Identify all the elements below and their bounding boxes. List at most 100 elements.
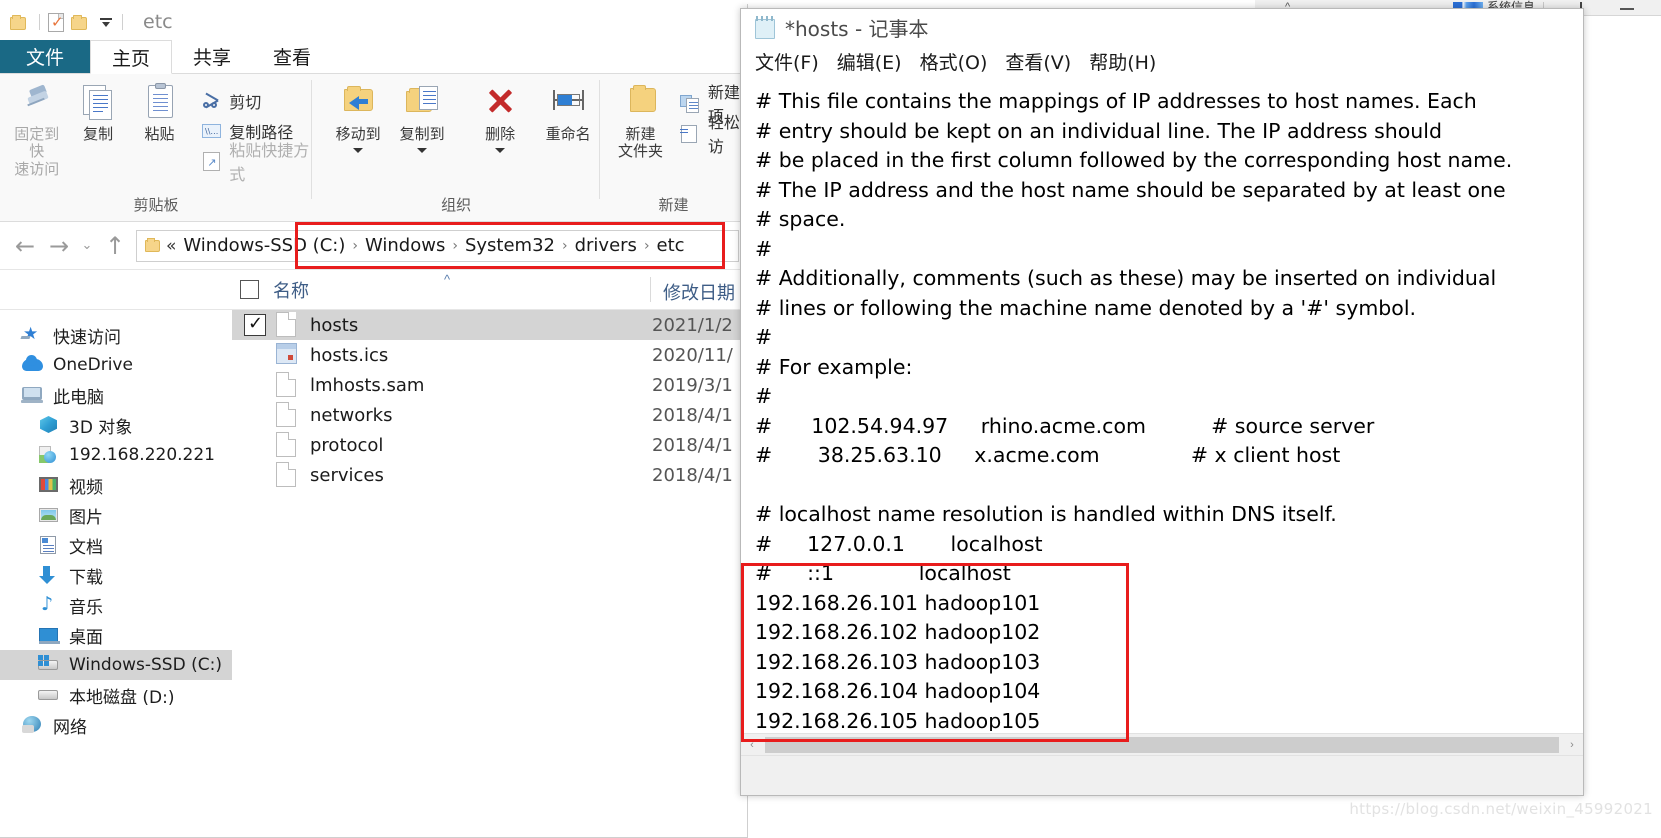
breadcrumb-windows[interactable]: Windows (365, 235, 445, 256)
tab-share[interactable]: 共享 (172, 40, 252, 73)
file-icon (276, 462, 298, 488)
network-location-icon (38, 445, 60, 465)
sidebar-item-videos[interactable]: 视频 (0, 470, 232, 500)
table-row[interactable]: hosts.ics 2020/11/ (232, 340, 747, 370)
sidebar-item-onedrive[interactable]: OneDrive (0, 350, 232, 380)
notepad-icon (755, 15, 777, 39)
rename-button[interactable]: 重命名 (536, 84, 600, 143)
breadcrumb-etc[interactable]: etc (657, 235, 685, 256)
column-name[interactable]: 名称 (0, 277, 309, 303)
sidebar-label-network: 网络 (53, 717, 87, 738)
menu-view[interactable]: 查看(V) (1005, 48, 1071, 75)
breadcrumb-drivers[interactable]: drivers (575, 235, 637, 256)
easy-access-button[interactable]: 轻松访 (677, 113, 747, 156)
back-button[interactable]: ← (8, 229, 42, 263)
paste-button[interactable]: 粘贴 (131, 83, 188, 143)
scroll-right-arrow-icon[interactable]: › (1561, 739, 1583, 751)
breadcrumb-separator-1[interactable]: › (350, 238, 360, 254)
toolbar-divider-2 (122, 14, 123, 30)
tab-home[interactable]: 主页 (90, 40, 173, 74)
sidebar-item-windows-ssd[interactable]: Windows-SSD (C:) (0, 650, 232, 680)
notepad-menu-bar: 文件(F) 编辑(E) 格式(O) 查看(V) 帮助(H) (741, 45, 1583, 77)
folder-icon[interactable] (10, 14, 27, 30)
select-all-checkbox[interactable] (240, 280, 259, 299)
table-row[interactable]: services 2018/4/1 (232, 460, 747, 490)
copy-button[interactable]: 复制 (69, 84, 126, 143)
cube-icon (38, 415, 60, 435)
breadcrumb-system32[interactable]: System32 (465, 235, 555, 256)
menu-edit[interactable]: 编辑(E) (837, 48, 902, 75)
sidebar-item-3d-objects[interactable]: 3D 对象 (0, 410, 232, 440)
breadcrumb-separator-4[interactable]: › (642, 238, 652, 254)
file-date: 2019/3/1 (652, 374, 733, 396)
sidebar-item-pictures[interactable]: 图片 (0, 500, 232, 530)
sidebar-label-onedrive: OneDrive (53, 355, 133, 375)
pin-to-quick-access-button[interactable]: 固定到快 速访问 (8, 84, 65, 178)
copy-to-button[interactable]: 复制到 (390, 84, 454, 154)
move-to-button[interactable]: 移动到 (326, 84, 390, 154)
paste-shortcut-button[interactable]: ↗ 粘贴快捷方式 (198, 141, 312, 184)
breadcrumb-overflow[interactable]: « (166, 236, 178, 256)
copy-path-icon: \\… (200, 121, 222, 142)
sidebar-item-local-disk-d[interactable]: 本地磁盘 (D:) (0, 680, 232, 710)
watermark: https://blog.csdn.net/weixin_45992021 (1349, 800, 1653, 818)
sidebar-item-music[interactable]: ♪ 音乐 (0, 590, 232, 620)
address-bar[interactable]: « Windows-SSD (C:) › Windows › System32 … (136, 229, 739, 262)
customize-caret-icon[interactable] (98, 14, 114, 30)
paste-shortcut-icon: ↗ (200, 151, 222, 172)
navigation-pane: ★ 快速访问 OneDrive 此电脑 3D 对象 192.168.220.22… (0, 310, 232, 837)
sidebar-item-downloads[interactable]: 下载 (0, 560, 232, 590)
copy-to-caret-icon[interactable] (417, 148, 428, 154)
sidebar-item-desktop[interactable]: 桌面 (0, 620, 232, 650)
forward-button[interactable]: → (42, 229, 76, 263)
notepad-title-bar[interactable]: *hosts - 记事本 (741, 9, 1583, 45)
scrollbar-thumb[interactable] (765, 736, 1559, 753)
recent-locations-button[interactable]: ⌄ (76, 229, 98, 263)
notepad-horizontal-scrollbar[interactable]: ‹ › (741, 733, 1583, 755)
menu-format[interactable]: 格式(O) (920, 48, 988, 75)
breadcrumb-separator-3[interactable]: › (560, 238, 570, 254)
menu-file[interactable]: 文件(F) (755, 48, 819, 75)
new-folder-button[interactable]: 新建 文件夹 (612, 84, 669, 161)
sidebar-label-this-pc: 此电脑 (53, 387, 104, 408)
table-row[interactable]: ✓ hosts 2021/1/2 (232, 310, 747, 340)
sidebar-item-network[interactable]: 网络 (0, 710, 232, 740)
move-to-caret-icon[interactable] (353, 148, 364, 154)
tab-view[interactable]: 查看 (252, 40, 332, 73)
row-checkbox[interactable]: ✓ (244, 313, 266, 336)
notepad-text-area[interactable]: # This file contains the mappings of IP … (741, 81, 1583, 731)
breadcrumb-drive[interactable]: Windows-SSD (C:) (183, 235, 345, 256)
up-button[interactable]: ↑ (98, 229, 132, 263)
sidebar-item-network-location[interactable]: 192.168.220.221 (0, 440, 232, 470)
table-row[interactable]: lmhosts.sam 2019/3/1 (232, 370, 747, 400)
desktop-icon (38, 625, 60, 645)
documents-icon (38, 535, 60, 555)
table-row[interactable]: networks 2018/4/1 (232, 400, 747, 430)
copy-to-icon (403, 84, 441, 122)
new-folder-icon[interactable] (71, 14, 88, 30)
background-window-minimize[interactable] (1620, 8, 1634, 10)
delete-caret-icon[interactable] (495, 148, 506, 154)
screenshot-root: ^ 系统信息 ✓ etc 文件 主页 共享 查看 固定到快 速访问 复制 粘贴 … (0, 0, 1661, 838)
pictures-icon (38, 505, 60, 525)
cut-button[interactable]: 剪切 (198, 86, 312, 116)
sidebar-item-documents[interactable]: 文档 (0, 530, 232, 560)
breadcrumb-separator-2[interactable]: › (450, 238, 460, 254)
properties-icon[interactable]: ✓ (48, 12, 64, 32)
paste-label: 粘贴 (144, 125, 175, 143)
sidebar-label-local-disk-d: 本地磁盘 (D:) (69, 687, 175, 708)
tab-file[interactable]: 文件 (0, 40, 91, 73)
file-date: 2020/11/ (652, 344, 733, 366)
column-divider[interactable] (650, 277, 651, 302)
column-date-modified-label[interactable]: 修改日期 (663, 279, 735, 305)
menu-help[interactable]: 帮助(H) (1089, 48, 1156, 75)
delete-button[interactable]: 删除 (468, 84, 532, 154)
sidebar-item-quick-access[interactable]: ★ 快速访问 (0, 320, 232, 350)
column-header-row: ^ 名称 修改日期 (0, 270, 747, 310)
scroll-left-arrow-icon[interactable]: ‹ (741, 739, 763, 751)
table-row[interactable]: protocol 2018/4/1 (232, 430, 747, 460)
sidebar-label-downloads: 下载 (69, 567, 103, 588)
notepad-window: *hosts - 记事本 文件(F) 编辑(E) 格式(O) 查看(V) 帮助(… (740, 8, 1584, 796)
address-bar-row: ← → ⌄ ↑ « Windows-SSD (C:) › Windows › S… (0, 222, 747, 270)
sidebar-item-this-pc[interactable]: 此电脑 (0, 380, 232, 410)
